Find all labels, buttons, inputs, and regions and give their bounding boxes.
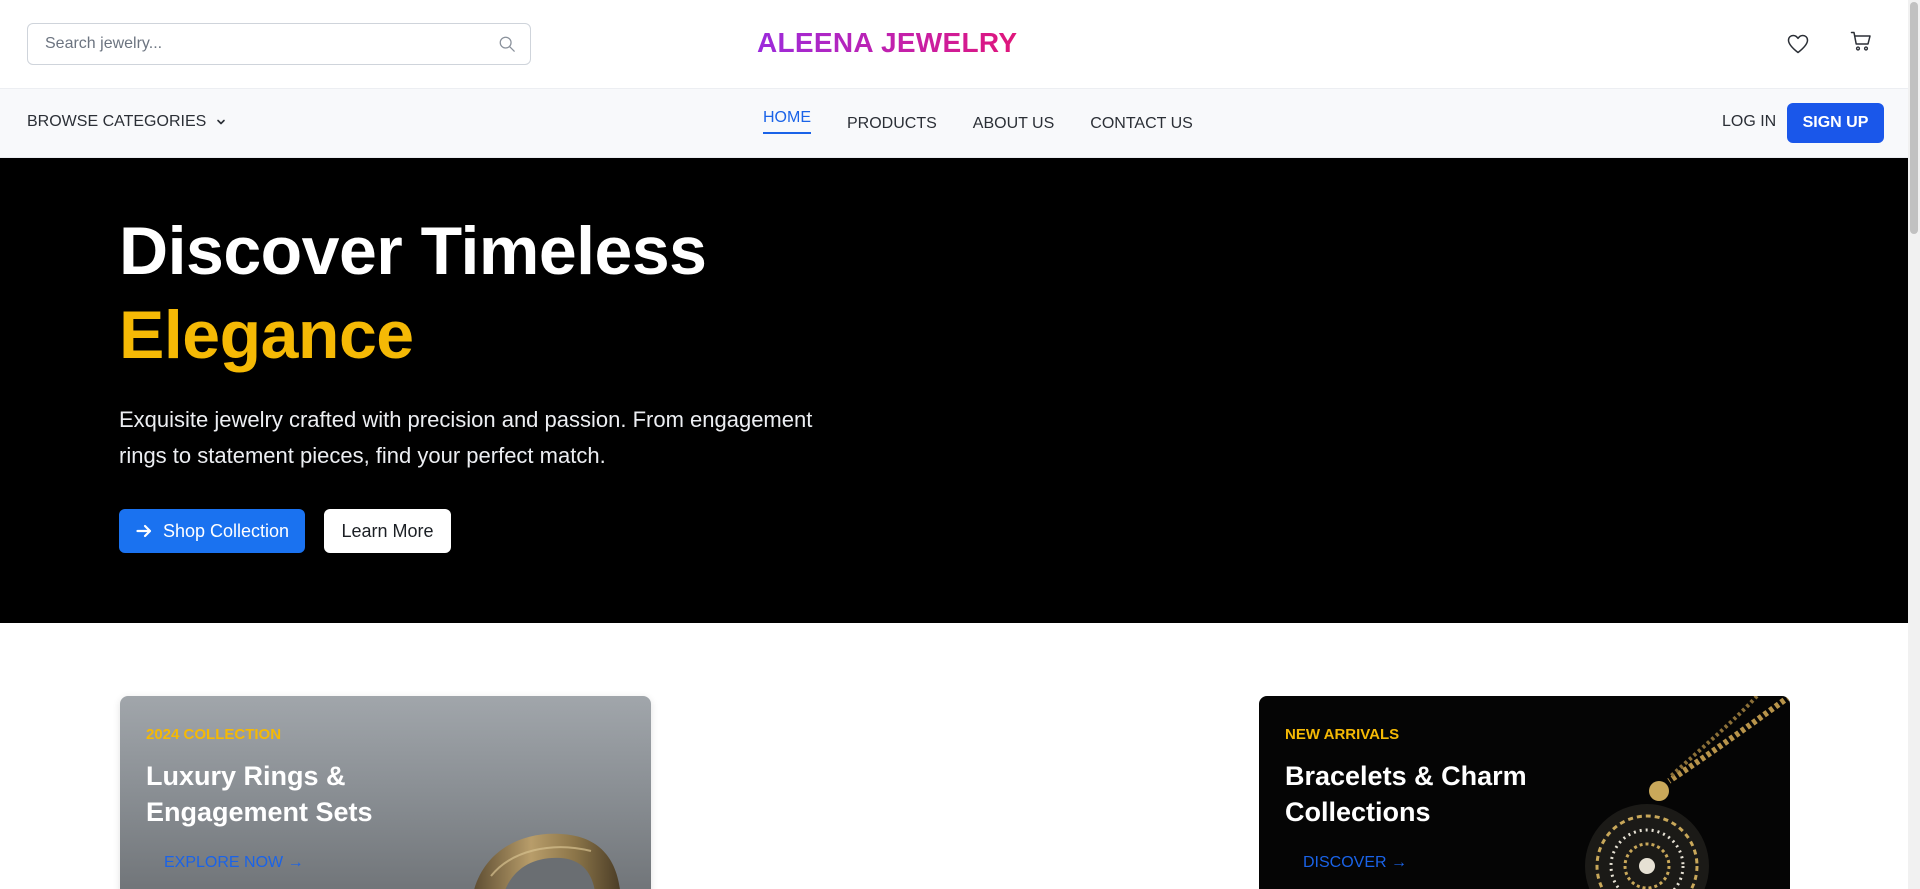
hero-description: Exquisite jewelry crafted with precision… (119, 407, 813, 468)
nav-links: HOME PRODUCTS ABOUT US CONTACT US (763, 89, 1229, 158)
card-title: Bracelets & Charm Collections (1285, 761, 1527, 827)
nav-link-contact-us[interactable]: CONTACT US (1090, 115, 1193, 133)
search-box[interactable] (27, 23, 531, 65)
brand-logo[interactable]: ALEENA JEWELRY (757, 27, 1017, 59)
hero-title: Discover Timeless (119, 213, 707, 289)
nav-link-products[interactable]: PRODUCTS (847, 115, 937, 133)
chevron-down-icon (217, 119, 226, 125)
top-header: ALEENA JEWELRY (0, 0, 1908, 89)
login-link[interactable]: LOG IN (1722, 113, 1776, 131)
learn-more-button[interactable]: Learn More (324, 509, 451, 553)
shop-collection-label: Shop Collection (162, 520, 290, 541)
explore-now-link[interactable]: EXPLORE NOW → (164, 854, 304, 872)
hero-banner: Discover Timeless Elegance Exquisite jew… (0, 158, 1908, 623)
scrollbar-thumb[interactable] (1910, 2, 1918, 234)
page: ALEENA JEWELRY BROWSE CATEGORIES HOME PR… (0, 0, 1920, 889)
promo-card-bracelets[interactable]: NEW ARRIVALS Bracelets & Charm Collectio… (1259, 696, 1790, 889)
signup-button[interactable]: SIGN UP (1787, 103, 1884, 143)
nav-link-home[interactable]: HOME (763, 109, 811, 134)
browse-categories-dropdown[interactable]: BROWSE CATEGORIES (27, 113, 226, 131)
hero-title-highlight: Elegance (119, 297, 414, 373)
shop-collection-button[interactable]: Shop Collection (119, 509, 305, 553)
card-eyebrow: NEW ARRIVALS (1285, 726, 1400, 743)
promo-card-rings[interactable]: 2024 COLLECTION Luxury Rings & Engagemen… (120, 696, 651, 889)
browse-categories-label: BROWSE CATEGORIES (27, 113, 207, 130)
card-eyebrow: 2024 COLLECTION (146, 726, 282, 743)
discover-link[interactable]: DISCOVER → (1303, 854, 1407, 872)
cart-icon[interactable] (1849, 29, 1873, 53)
card-title: Luxury Rings & Engagement Sets (146, 761, 373, 827)
search-input[interactable] (28, 24, 488, 64)
arrow-right-icon (136, 524, 152, 538)
nav-link-about-us[interactable]: ABOUT US (973, 115, 1055, 133)
main-nav: BROWSE CATEGORIES HOME PRODUCTS ABOUT US… (0, 89, 1908, 158)
search-icon[interactable] (498, 35, 516, 53)
heart-icon[interactable] (1786, 32, 1810, 56)
page-scrollbar[interactable] (1908, 0, 1920, 889)
